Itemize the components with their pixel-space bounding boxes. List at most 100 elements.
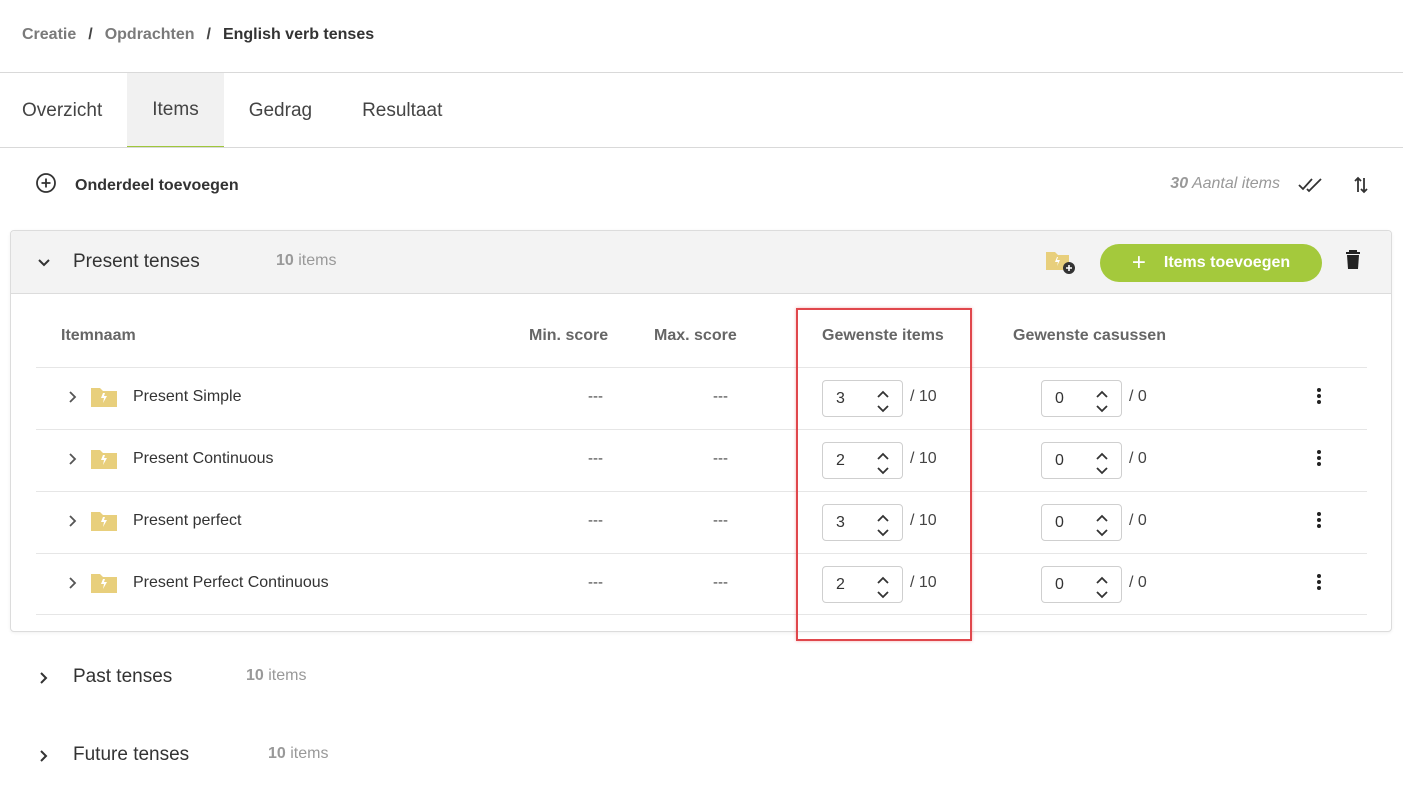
gewenste-casussen-value: 0: [1055, 390, 1064, 407]
section-item-count-label: items: [290, 745, 329, 762]
folder-icon: [90, 510, 118, 537]
add-items-label: Items toevoegen: [1163, 254, 1291, 271]
gewenste-items-total: / 10: [910, 388, 937, 405]
gewenste-casussen-value: 0: [1055, 514, 1064, 531]
sort-icon[interactable]: [1350, 173, 1372, 197]
column-header-gewenste-items: Gewenste items: [822, 327, 944, 344]
gewenste-items-stepper[interactable]: 3: [822, 504, 903, 541]
total-item-count-value: 30: [1170, 175, 1189, 192]
max-score: ---: [713, 388, 728, 405]
plus-icon: +: [1131, 249, 1146, 276]
folder-icon: [90, 386, 118, 413]
gewenste-items-total: / 10: [910, 512, 937, 529]
section-item-count-label: items: [268, 667, 307, 684]
section-item-count-value: 10: [276, 252, 294, 269]
add-section-label: Onderdeel toevoegen: [75, 176, 239, 194]
kebab-menu-icon[interactable]: [1316, 387, 1322, 410]
breadcrumb-creatie[interactable]: Creatie: [22, 26, 76, 44]
gewenste-casussen-stepper[interactable]: 0: [1041, 504, 1122, 541]
double-check-icon[interactable]: [1298, 174, 1324, 196]
gewenste-items-value: 2: [836, 576, 845, 593]
trash-icon[interactable]: [1344, 250, 1362, 275]
breadcrumb-separator: /: [206, 26, 211, 43]
section-header[interactable]: Present tenses 10 items + Items toevoege…: [11, 231, 1391, 294]
caret-down-icon[interactable]: [1095, 463, 1109, 481]
caret-down-icon[interactable]: [876, 463, 890, 481]
chevron-right-icon[interactable]: [68, 390, 78, 409]
section-future-tenses[interactable]: Future tenses 10 items: [0, 736, 600, 776]
kebab-menu-icon[interactable]: [1316, 449, 1322, 472]
gewenste-items-value: 3: [836, 514, 845, 531]
chevron-right-icon[interactable]: [39, 749, 49, 768]
section-item-count: 10 items: [268, 745, 328, 763]
breadcrumb: Creatie / Opdrachten / English verb tens…: [22, 24, 374, 46]
section-item-count-value: 10: [268, 745, 286, 762]
add-section-button[interactable]: Onderdeel toevoegen: [35, 172, 239, 199]
gewenste-items-stepper[interactable]: 2: [822, 442, 903, 479]
gewenste-casussen-total: / 0: [1129, 388, 1147, 405]
column-header-itemnaam: Itemnaam: [61, 327, 136, 344]
divider: [0, 147, 1403, 148]
breadcrumb-separator: /: [88, 26, 93, 43]
gewenste-items-value: 2: [836, 452, 845, 469]
section-past-tenses[interactable]: Past tenses 10 items: [0, 658, 600, 698]
table-row: Present Simple --- --- 3 / 10 0 / 0: [36, 367, 1367, 429]
column-header-gewenste-casussen: Gewenste casussen: [1013, 327, 1166, 344]
section-title: Past tenses: [73, 666, 173, 687]
section-item-count-value: 10: [246, 667, 264, 684]
section-item-count-label: items: [298, 252, 337, 269]
min-score: ---: [588, 388, 603, 405]
max-score: ---: [713, 512, 728, 529]
gewenste-casussen-value: 0: [1055, 452, 1064, 469]
caret-down-icon[interactable]: [1095, 401, 1109, 419]
caret-down-icon[interactable]: [876, 525, 890, 543]
gewenste-casussen-stepper[interactable]: 0: [1041, 566, 1122, 603]
item-name: Present perfect: [133, 512, 242, 529]
item-name: Present Continuous: [133, 450, 274, 467]
column-header-max-score: Max. score: [654, 327, 737, 344]
min-score: ---: [588, 574, 603, 591]
add-items-button[interactable]: + Items toevoegen: [1100, 244, 1322, 282]
gewenste-casussen-total: / 0: [1129, 574, 1147, 591]
plus-circle-icon: [35, 172, 57, 199]
total-item-count: 30 Aantal items: [1170, 175, 1280, 193]
min-score: ---: [588, 512, 603, 529]
chevron-right-icon[interactable]: [39, 671, 49, 690]
max-score: ---: [713, 574, 728, 591]
gewenste-items-value: 3: [836, 390, 845, 407]
max-score: ---: [713, 450, 728, 467]
folder-icon: [90, 572, 118, 599]
gewenste-items-stepper[interactable]: 3: [822, 380, 903, 417]
gewenste-items-stepper[interactable]: 2: [822, 566, 903, 603]
caret-down-icon[interactable]: [876, 587, 890, 605]
section-item-count: 10 items: [276, 252, 336, 270]
gewenste-items-total: / 10: [910, 450, 937, 467]
caret-down-icon[interactable]: [1095, 587, 1109, 605]
gewenste-casussen-total: / 0: [1129, 512, 1147, 529]
table-row: Present Perfect Continuous --- --- 2 / 1…: [36, 553, 1367, 615]
gewenste-casussen-stepper[interactable]: 0: [1041, 380, 1122, 417]
tab-resultaat[interactable]: Resultaat: [337, 73, 467, 148]
gewenste-casussen-value: 0: [1055, 576, 1064, 593]
folder-icon: [90, 448, 118, 475]
min-score: ---: [588, 450, 603, 467]
chevron-right-icon[interactable]: [68, 514, 78, 533]
chevron-right-icon[interactable]: [68, 576, 78, 595]
chevron-down-icon[interactable]: [37, 255, 51, 273]
tab-gedrag[interactable]: Gedrag: [224, 73, 337, 148]
gewenste-casussen-stepper[interactable]: 0: [1041, 442, 1122, 479]
section-present-tenses: Present tenses 10 items + Items toevoege…: [10, 230, 1392, 632]
tab-overzicht[interactable]: Overzicht: [0, 73, 127, 148]
kebab-menu-icon[interactable]: [1316, 511, 1322, 534]
section-title: Present tenses: [73, 251, 200, 272]
kebab-menu-icon[interactable]: [1316, 573, 1322, 596]
breadcrumb-opdrachten[interactable]: Opdrachten: [105, 26, 195, 44]
caret-down-icon[interactable]: [1095, 525, 1109, 543]
section-item-count: 10 items: [246, 667, 306, 685]
breadcrumb-current: English verb tenses: [222, 26, 375, 43]
item-name: Present Simple: [133, 388, 242, 405]
folder-add-icon[interactable]: [1045, 248, 1077, 281]
chevron-right-icon[interactable]: [68, 452, 78, 471]
caret-down-icon[interactable]: [876, 401, 890, 419]
tab-items[interactable]: Items: [127, 73, 224, 148]
